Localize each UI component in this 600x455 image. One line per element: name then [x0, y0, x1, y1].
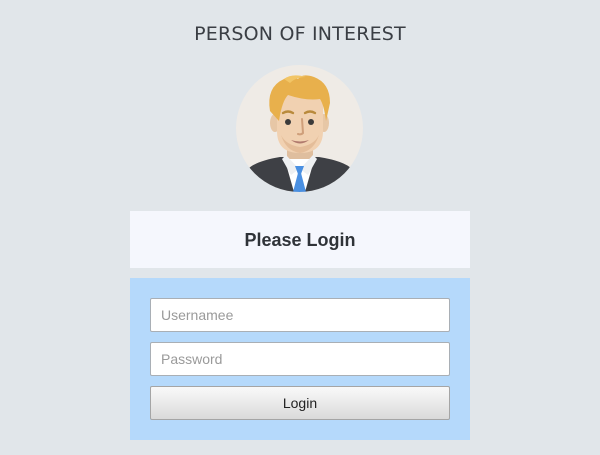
username-input[interactable]	[150, 298, 450, 332]
login-heading: Please Login	[244, 230, 356, 250]
avatar	[236, 65, 363, 192]
password-input[interactable]	[150, 342, 450, 376]
login-button[interactable]: Login	[150, 386, 450, 420]
login-header: Please Login	[130, 211, 470, 268]
login-form: Login	[130, 278, 470, 440]
user-avatar-icon	[236, 65, 363, 192]
site-title: PERSON OF INTEREST	[194, 23, 406, 45]
